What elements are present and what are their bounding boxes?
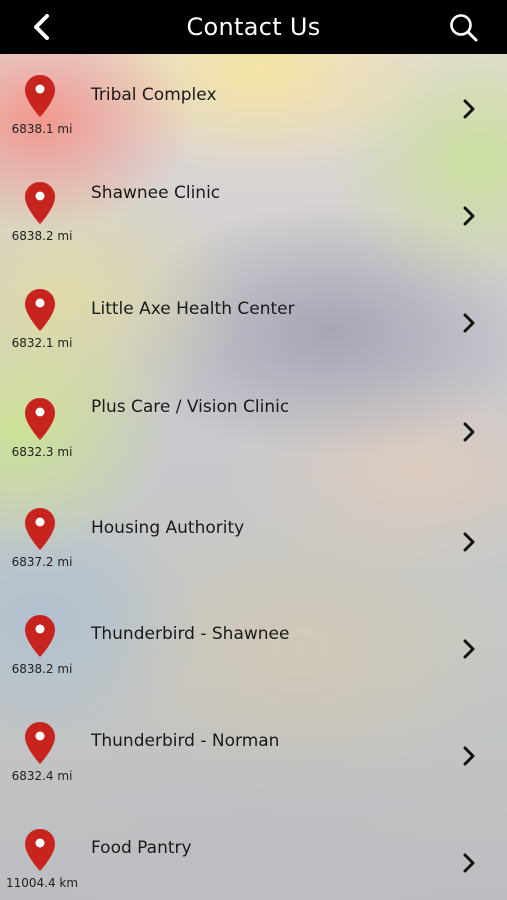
chevron-left-icon — [34, 14, 49, 40]
location-name: Shawnee Clinic — [91, 183, 221, 203]
chevron-right-icon — [463, 532, 475, 552]
map-pin-icon — [25, 398, 55, 440]
chevron-right-icon — [463, 853, 475, 873]
location-distance: 11004.4 km — [5, 876, 79, 890]
location-row-housing-authority[interactable]: 6837.2 mi Housing Authority — [0, 487, 507, 594]
map-pin-icon — [25, 829, 55, 871]
location-name: Thunderbird - Shawnee — [91, 624, 290, 644]
map-pin-icon — [25, 508, 55, 550]
chevron-right-icon — [463, 746, 475, 766]
location-row-thunderbird-shawnee[interactable]: 6838.2 mi Thunderbird - Shawnee — [0, 594, 507, 701]
app-header: Contact Us — [0, 0, 507, 54]
location-distance: 6832.1 mi — [11, 336, 73, 350]
location-name: Plus Care / Vision Clinic — [91, 397, 290, 417]
location-name: Thunderbird - Norman — [91, 731, 280, 751]
page-title: Contact Us — [186, 13, 321, 41]
map-pin-icon — [25, 182, 55, 224]
location-distance: 6838.2 mi — [11, 662, 73, 676]
location-list: 6838.1 mi Tribal Complex 6838.2 mi Shawn… — [0, 54, 507, 900]
chevron-right-icon — [463, 639, 475, 659]
location-distance: 6832.3 mi — [11, 445, 73, 459]
location-name: Tribal Complex — [91, 85, 217, 105]
location-name: Food Pantry — [91, 838, 192, 858]
chevron-right-icon — [463, 313, 475, 333]
location-distance: 6838.2 mi — [11, 229, 73, 243]
location-row-plus-care-vision-clinic[interactable]: 6832.3 mi Plus Care / Vision Clinic — [0, 377, 507, 484]
chevron-right-icon — [463, 422, 475, 442]
back-button[interactable] — [26, 11, 56, 43]
location-distance: 6832.4 mi — [11, 769, 73, 783]
map-pin-icon — [25, 75, 55, 117]
chevron-right-icon — [463, 206, 475, 226]
location-name: Little Axe Health Center — [91, 299, 295, 319]
location-row-tribal-complex[interactable]: 6838.1 mi Tribal Complex — [0, 54, 507, 161]
location-distance: 6838.1 mi — [11, 122, 73, 136]
map-pin-icon — [25, 615, 55, 657]
location-row-thunderbird-norman[interactable]: 6832.4 mi Thunderbird - Norman — [0, 701, 507, 808]
map-pin-icon — [25, 722, 55, 764]
search-button[interactable] — [447, 11, 481, 45]
location-distance: 6837.2 mi — [11, 555, 73, 569]
search-icon — [450, 14, 478, 42]
chevron-right-icon — [463, 99, 475, 119]
location-row-shawnee-clinic[interactable]: 6838.2 mi Shawnee Clinic — [0, 161, 507, 268]
map-pin-icon — [25, 289, 55, 331]
location-row-little-axe-health-center[interactable]: 6832.1 mi Little Axe Health Center — [0, 268, 507, 375]
location-row-food-pantry[interactable]: 11004.4 km Food Pantry — [0, 808, 507, 900]
location-name: Housing Authority — [91, 518, 245, 538]
